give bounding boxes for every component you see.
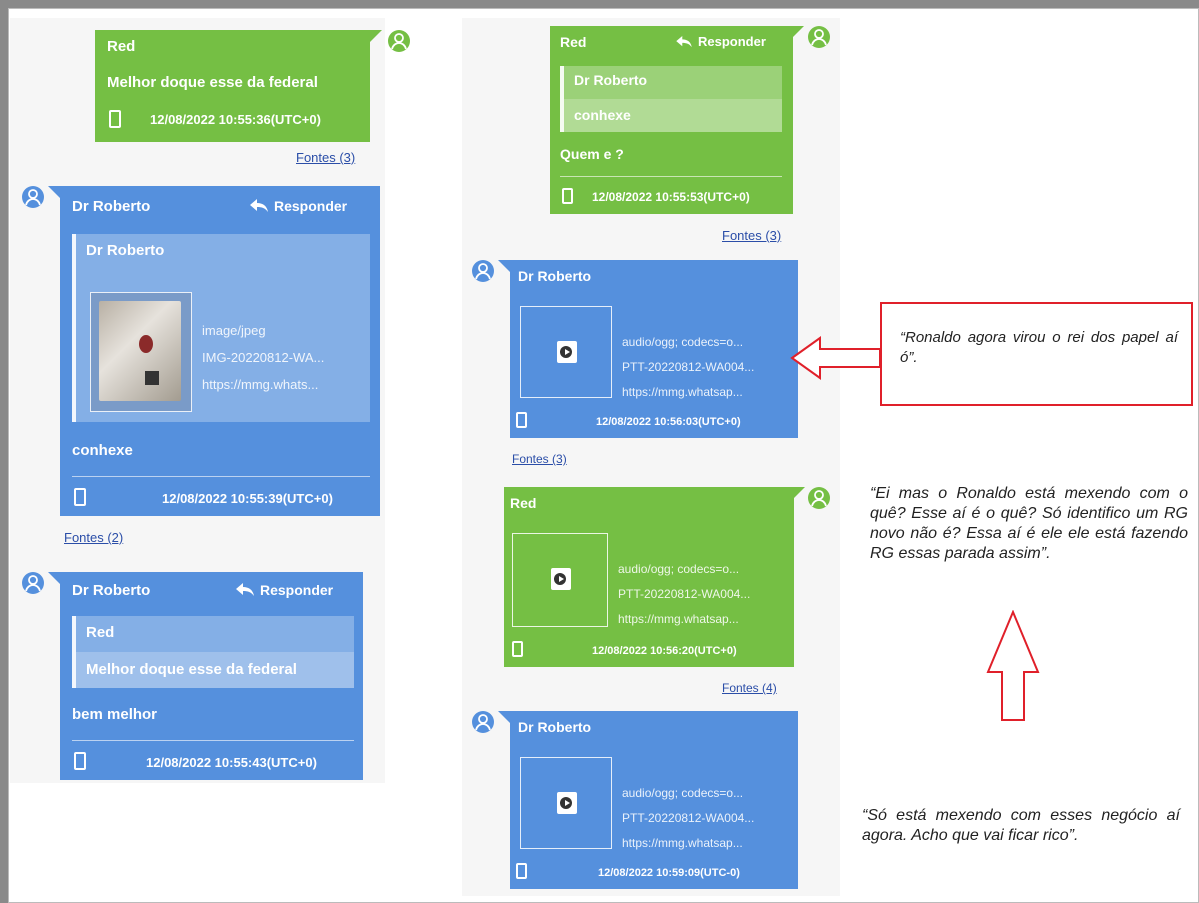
message-sender: Dr Roberto <box>518 268 592 284</box>
reply-button[interactable]: Responder <box>236 582 333 598</box>
reply-label: Responder <box>260 582 334 598</box>
user-avatar-icon <box>22 186 44 208</box>
message-sender: Red <box>107 38 136 55</box>
media-filename: PTT-20220812-WA004... <box>618 587 751 601</box>
message-text: Melhor doque esse da federal <box>107 74 318 91</box>
bubble-tail <box>368 30 382 44</box>
reply-arrow-icon <box>676 35 692 47</box>
fontes-link[interactable]: Fontes (2) <box>64 530 123 545</box>
media-url[interactable]: https://mmg.whats... <box>202 372 372 397</box>
user-avatar-icon <box>22 572 44 594</box>
reply-arrow-icon <box>236 583 254 596</box>
image-thumbnail[interactable] <box>90 292 192 412</box>
media-mime: audio/ogg; codecs=o... <box>622 335 744 349</box>
arrow-left-icon <box>790 336 881 380</box>
fontes-link[interactable]: Fontes (3) <box>296 150 355 165</box>
bubble-tail <box>791 26 804 39</box>
phone-icon <box>516 412 527 428</box>
quote-text: conhexe <box>564 99 782 132</box>
reply-button[interactable]: Responder <box>250 198 347 214</box>
message-timestamp: 12/08/2022 10:55:43(UTC+0) <box>146 755 317 770</box>
phone-icon <box>562 188 573 204</box>
phone-icon <box>74 752 86 770</box>
message-bubble-red: Red Melhor doque esse da federal 12/08/2… <box>95 30 370 142</box>
quoted-message: Dr Roberto conhexe <box>560 66 782 132</box>
message-timestamp: 12/08/2022 10:56:20(UTC+0) <box>592 645 737 657</box>
media-url[interactable]: https://mmg.whatsap... <box>622 380 794 405</box>
media-filename: IMG-20220812-WA... <box>202 350 325 365</box>
reply-button[interactable]: Responder <box>676 34 766 49</box>
phone-icon <box>74 488 86 506</box>
message-sender: Dr Roberto <box>518 719 592 735</box>
media-mime: audio/ogg; codecs=o... <box>618 562 740 576</box>
annotation-text: “Ei mas o Ronaldo está mexendo com o quê… <box>870 485 1188 562</box>
message-bubble-dr-roberto: Dr Roberto audio/ogg; codecs=o... PTT-20… <box>510 260 798 438</box>
quote-sender: Dr Roberto <box>86 242 165 259</box>
message-bubble-red: Red audio/ogg; codecs=o... PTT-20220812-… <box>504 487 794 667</box>
audio-attachment-thumbnail[interactable] <box>512 533 608 627</box>
play-audio-icon[interactable] <box>557 792 577 814</box>
media-url[interactable]: https://mmg.whatsap... <box>622 831 794 856</box>
message-bubble-red: Red Responder Dr Roberto conhexe Quem e … <box>550 26 793 214</box>
quoted-message: Red Melhor doque esse da federal <box>72 616 354 688</box>
phone-icon <box>109 110 121 128</box>
divider <box>72 476 370 477</box>
message-sender: Red <box>510 495 537 511</box>
audio-attachment-thumbnail[interactable] <box>520 757 612 849</box>
message-timestamp: 12/08/2022 10:59:09(UTC-0) <box>598 867 740 879</box>
message-timestamp: 12/08/2022 10:55:53(UTC+0) <box>592 190 750 204</box>
quoted-message: Dr Roberto image/jpeg IMG-20220812-WA...… <box>72 234 370 422</box>
message-bubble-dr-roberto: Dr Roberto audio/ogg; codecs=o... PTT-20… <box>510 711 798 889</box>
quote-sender: Dr Roberto <box>574 72 648 88</box>
message-sender: Dr Roberto <box>72 582 151 599</box>
message-text: bem melhor <box>72 706 158 723</box>
play-audio-icon[interactable] <box>557 341 577 363</box>
media-filename: PTT-20220812-WA004... <box>622 360 755 374</box>
message-sender: Red <box>560 34 587 50</box>
reply-label: Responder <box>274 198 348 214</box>
media-mime: image/jpeg <box>202 323 266 338</box>
message-bubble-dr-roberto: Dr Roberto Responder Red Melhor doque es… <box>60 572 363 780</box>
message-text: Quem e ? <box>560 146 624 162</box>
user-avatar-icon <box>808 26 830 48</box>
user-avatar-icon <box>808 487 830 509</box>
user-avatar-icon <box>472 711 494 733</box>
message-timestamp: 12/08/2022 10:55:36(UTC+0) <box>150 112 321 127</box>
thumbnail-image <box>99 301 181 401</box>
audio-attachment-thumbnail[interactable] <box>520 306 612 398</box>
message-timestamp: 12/08/2022 10:55:39(UTC+0) <box>162 491 333 506</box>
divider <box>560 176 782 177</box>
message-timestamp: 12/08/2022 10:56:03(UTC+0) <box>596 416 741 428</box>
reply-label: Responder <box>698 34 766 49</box>
arrow-up-icon <box>986 610 1040 721</box>
media-filename: PTT-20220812-WA004... <box>622 811 755 825</box>
phone-icon <box>512 641 523 657</box>
message-sender: Dr Roberto <box>72 198 151 215</box>
reply-arrow-icon <box>250 199 268 212</box>
media-mime: audio/ogg; codecs=o... <box>622 786 744 800</box>
message-bubble-dr-roberto: Dr Roberto Responder Dr Roberto image/jp… <box>60 186 380 516</box>
message-text: conhexe <box>72 442 133 459</box>
user-avatar-icon <box>472 260 494 282</box>
annotation-text: “Ronaldo agora virou o rei dos papel aí … <box>900 329 1178 366</box>
annotation-text: “Só está mexendo com esses negócio aí ag… <box>862 807 1180 844</box>
bubble-tail <box>792 487 805 500</box>
phone-icon <box>516 863 527 879</box>
media-url[interactable]: https://mmg.whatsap... <box>618 607 790 632</box>
play-audio-icon[interactable] <box>551 568 571 590</box>
fontes-link[interactable]: Fontes (4) <box>722 681 777 695</box>
user-avatar-icon <box>388 30 410 52</box>
quote-sender: Red <box>86 624 115 641</box>
quote-text: Melhor doque esse da federal <box>76 652 354 688</box>
divider <box>72 740 354 741</box>
fontes-link[interactable]: Fontes (3) <box>722 228 781 243</box>
fontes-link[interactable]: Fontes (3) <box>512 452 567 466</box>
